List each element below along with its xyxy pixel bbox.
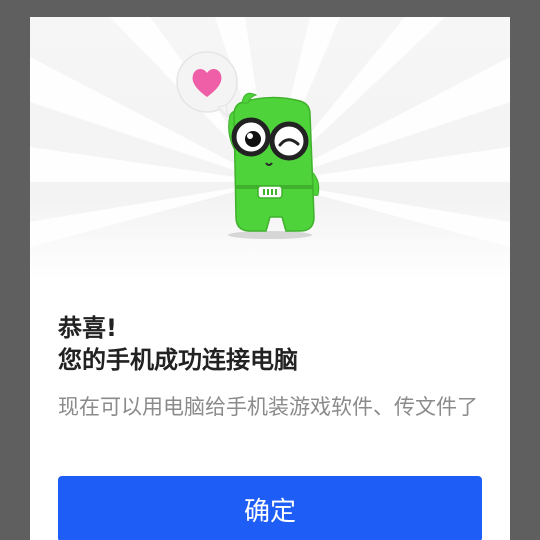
success-title: 恭喜! 您的手机成功连接电脑: [58, 312, 488, 376]
title-line-1: 恭喜!: [58, 314, 117, 342]
heart-icon: [192, 69, 222, 97]
success-description: 现在可以用电脑给手机装游戏软件、传文件了: [58, 395, 478, 419]
success-dialog: 恭喜! 您的手机成功连接电脑 现在可以用电脑给手机装游戏软件、传文件了 确定: [30, 17, 510, 540]
confirm-button[interactable]: 确定: [58, 476, 482, 540]
hero-illustration: [30, 17, 510, 279]
title-line-2: 您的手机成功连接电脑: [58, 346, 298, 374]
